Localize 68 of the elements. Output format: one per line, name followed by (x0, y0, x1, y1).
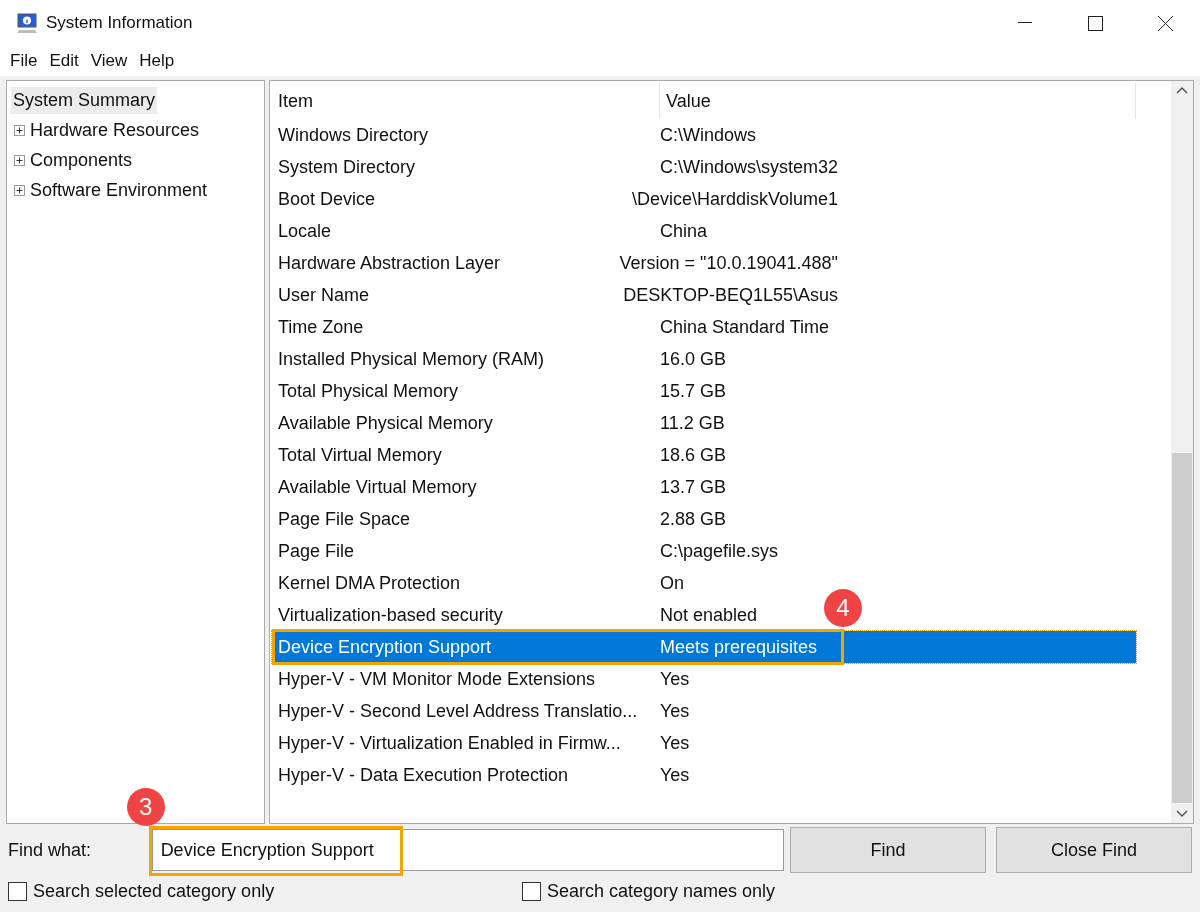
item-cell-text: Virtualization-based security (277, 603, 504, 627)
item-cell-text: Hardware Abstraction Layer (277, 251, 502, 275)
item-cell-text: Hyper-V - Data Execution Protection (277, 763, 570, 787)
maximize-icon (1087, 15, 1103, 31)
find-button[interactable]: Close Find (996, 827, 1192, 873)
computer-info-icon (16, 12, 38, 34)
value-cell-text: Not enabled (659, 603, 759, 627)
find-label: Find what: (8, 838, 93, 862)
expand-icon[interactable] (14, 124, 25, 136)
column-header[interactable]: Item (272, 83, 660, 119)
expand-icon[interactable] (14, 184, 25, 196)
item-cell-text: System Directory (277, 155, 417, 179)
value-cell-text: 15.7 GB (659, 379, 728, 403)
value-cell-text: China (659, 219, 709, 243)
step-number-badge: 4 (824, 589, 862, 627)
value-cell-text: Meets prerequisites (659, 635, 819, 659)
minimize-icon (1018, 22, 1032, 24)
item-cell-text: Boot Device (277, 187, 377, 211)
item-cell-text: Page File Space (277, 507, 412, 531)
expand-icon[interactable] (14, 154, 25, 166)
value-cell-text: C:\Windows\system32 (658, 155, 839, 179)
item-cell-text: Time Zone (277, 315, 365, 339)
item-cell-text: Hyper-V - VM Monitor Mode Extensions (277, 667, 597, 691)
value-cell-text: \Device\HarddiskVolume1 (630, 187, 839, 211)
item-cell-text: Page File (277, 539, 356, 563)
value-cell-text: Yes (659, 699, 691, 723)
checkbox[interactable] (8, 881, 27, 901)
item-cell-text: Installed Physical Memory (RAM) (277, 347, 546, 371)
item-cell-text: Hyper-V - Virtualization Enabled in Firmw... (277, 731, 622, 755)
value-cell-text: C:\Windows (659, 123, 758, 147)
value-cell-text: Yes (659, 763, 691, 787)
item-cell-text: Locale (277, 219, 333, 243)
value-cell-text: 2.88 GB (659, 507, 728, 531)
find-button[interactable]: Find (790, 827, 986, 873)
value-cell-text: Yes (659, 731, 691, 755)
menu-item[interactable]: Help (135, 48, 179, 74)
tree-item[interactable]: Components (28, 146, 135, 174)
value-cell-text: 13.7 GB (659, 475, 728, 499)
menu-item[interactable]: File (6, 48, 42, 74)
checkbox[interactable] (522, 881, 541, 901)
item-cell-text: Hyper-V - Second Level Address Translatio... (277, 699, 639, 723)
scrollbar-thumb[interactable] (1172, 453, 1192, 803)
value-cell-text: Yes (659, 667, 691, 691)
value-cell-text: China Standard Time (659, 315, 831, 339)
tree-item[interactable]: Software Environment (28, 176, 210, 204)
value-cell-text: 11.2 GB (659, 411, 726, 435)
item-cell-text: Total Physical Memory (277, 379, 460, 403)
tree-item[interactable]: System Summary (11, 86, 158, 114)
item-cell-text: User Name (277, 283, 371, 307)
menu-item[interactable]: View (86, 48, 132, 74)
value-cell-text: DESKTOP-BEQ1L55\Asus (622, 283, 839, 307)
value-cell-text: C:\pagefile.sys (659, 539, 780, 563)
item-cell-text: Windows Directory (277, 123, 430, 147)
item-cell-text: Available Physical Memory (277, 411, 494, 435)
value-cell-text: Version = "10.0.19041.488" (618, 251, 839, 275)
close-icon (1157, 15, 1173, 31)
window-title: System Information (46, 12, 193, 35)
checkbox-label: Search selected category only (33, 879, 275, 903)
item-cell-text: Device Encryption Support (277, 635, 493, 659)
vertical-scrollbar[interactable] (1171, 81, 1193, 823)
checkbox-label: Search category names only (547, 879, 776, 903)
value-cell-text: 16.0 GB (659, 347, 728, 371)
value-cell-text: 18.6 GB (659, 443, 728, 467)
item-cell-text: Available Virtual Memory (277, 475, 478, 499)
item-cell-text: Total Virtual Memory (277, 443, 443, 467)
column-header[interactable]: Value (660, 83, 1136, 119)
menu-item[interactable]: Edit (45, 48, 83, 74)
tree-item[interactable]: Hardware Resources (28, 116, 202, 144)
